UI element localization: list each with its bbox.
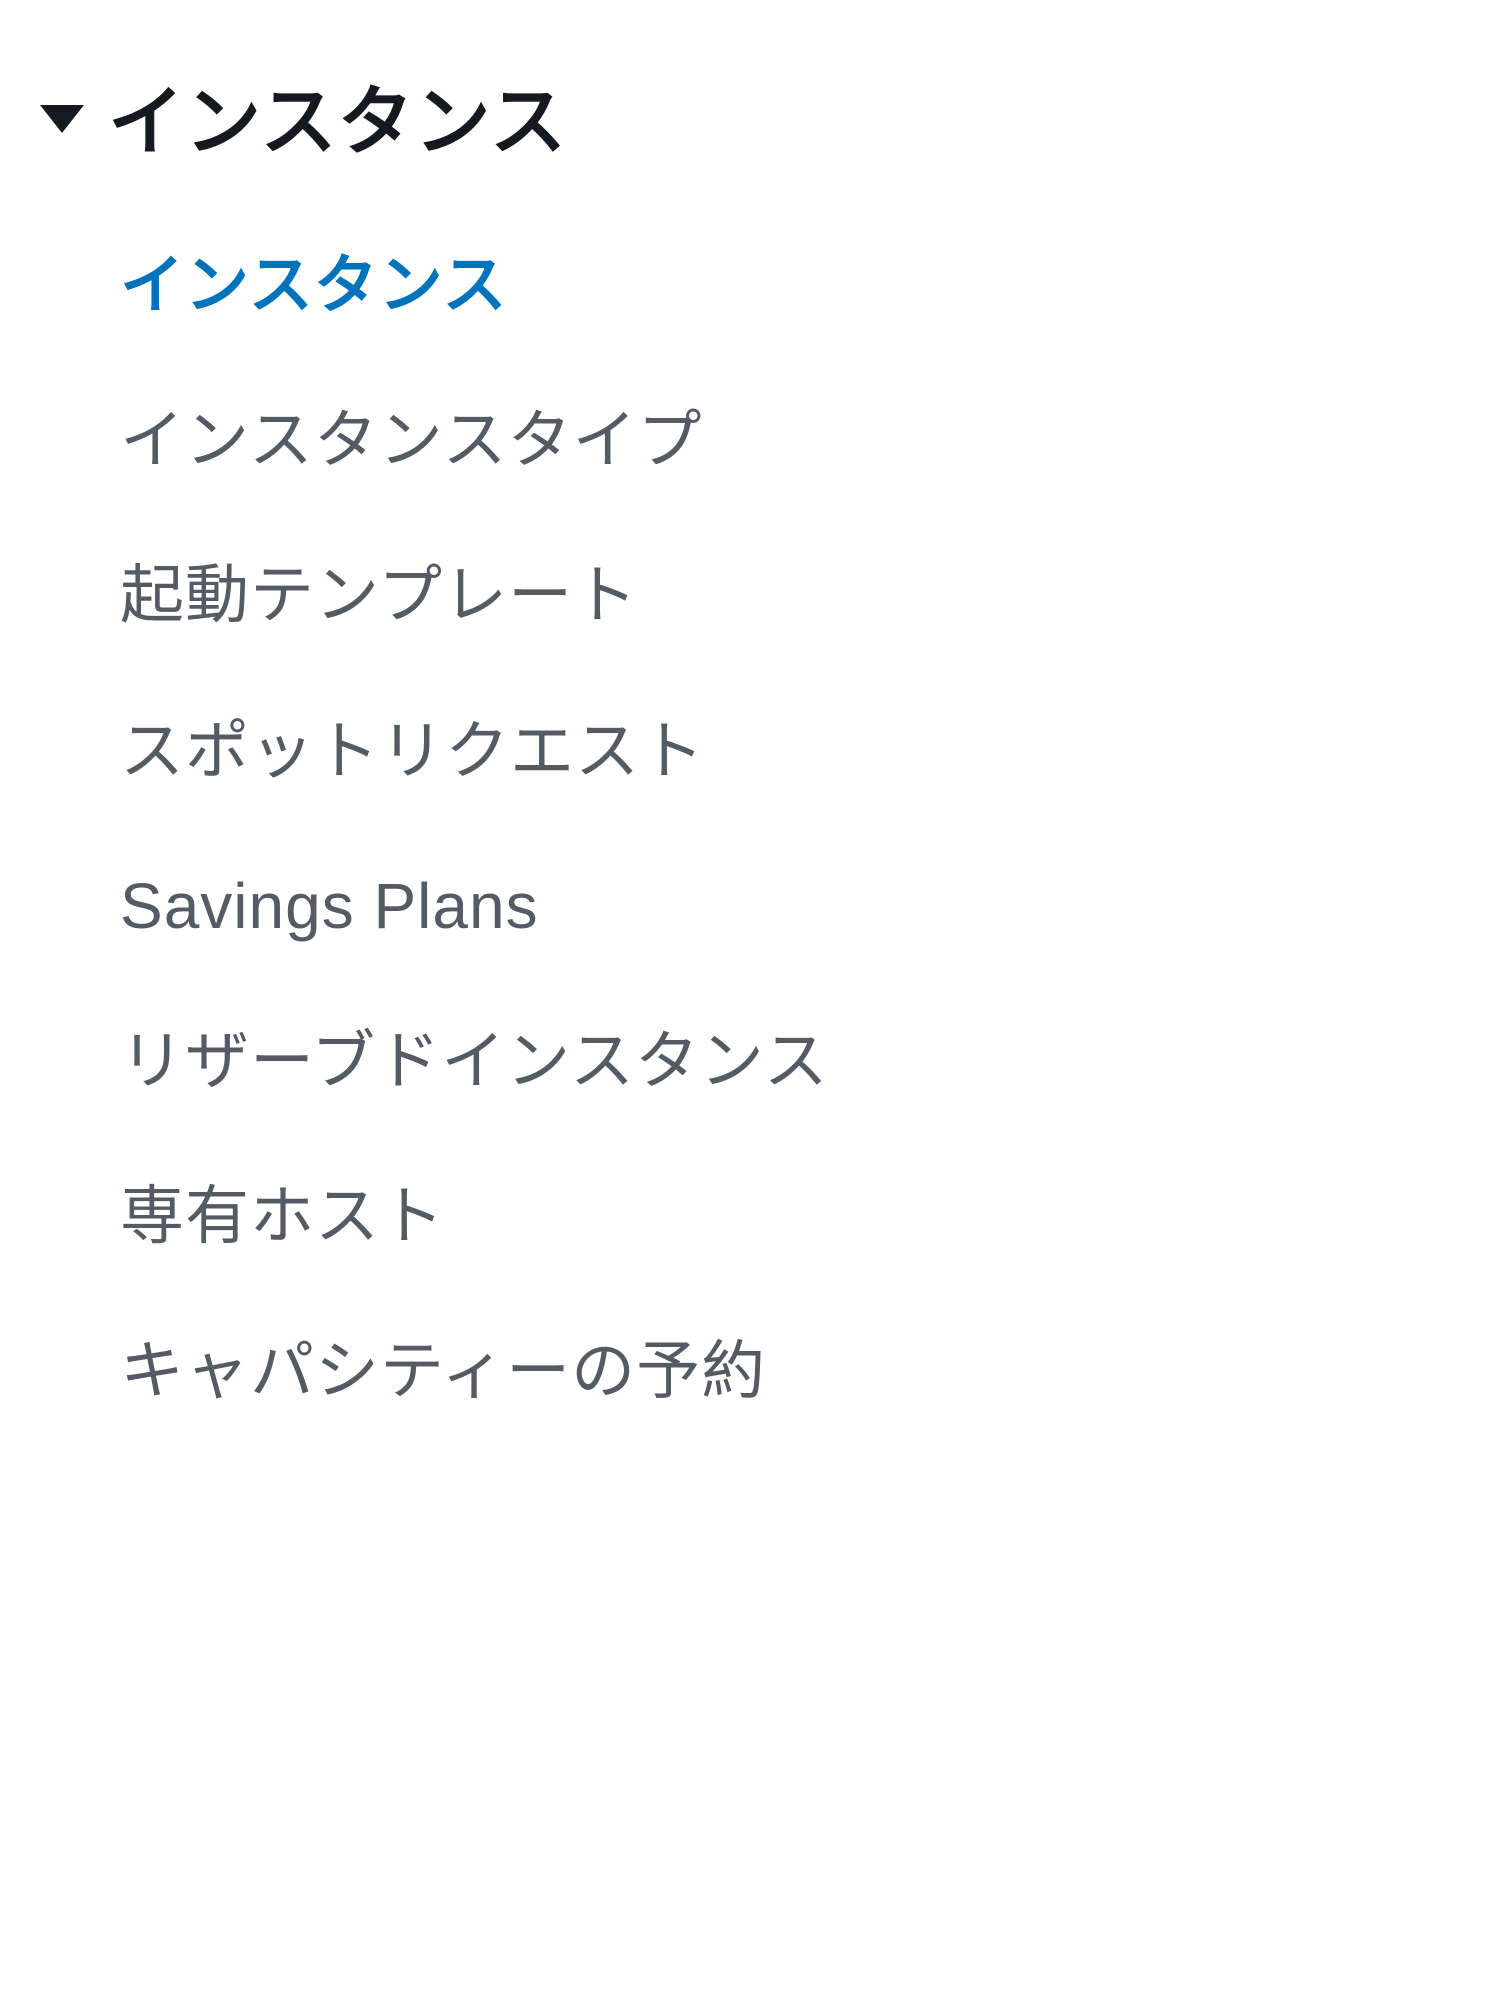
sidebar-item-reserved-instances[interactable]: リザーブドインスタンス: [120, 984, 1461, 1139]
caret-down-icon: [40, 105, 84, 133]
sidebar-item-instance-types[interactable]: インスタンスタイプ: [120, 363, 1461, 518]
sidebar-item-instances[interactable]: インスタンス: [120, 208, 1461, 363]
sidebar-items: インスタンス インスタンスタイプ 起動テンプレート スポットリクエスト Savi…: [40, 208, 1461, 1450]
section-header-label: インスタンス: [108, 60, 567, 170]
sidebar-section-header[interactable]: インスタンス: [40, 60, 1461, 170]
sidebar-item-dedicated-hosts[interactable]: 専有ホスト: [120, 1139, 1461, 1294]
sidebar-item-spot-requests[interactable]: スポットリクエスト: [120, 674, 1461, 829]
sidebar-item-launch-templates[interactable]: 起動テンプレート: [120, 518, 1461, 673]
sidebar-section-instances: インスタンス インスタンス インスタンスタイプ 起動テンプレート スポットリクエ…: [40, 60, 1461, 1450]
sidebar-item-capacity-reservations[interactable]: キャパシティーの予約: [120, 1294, 1461, 1449]
sidebar-item-savings-plans[interactable]: Savings Plans: [120, 829, 1461, 984]
